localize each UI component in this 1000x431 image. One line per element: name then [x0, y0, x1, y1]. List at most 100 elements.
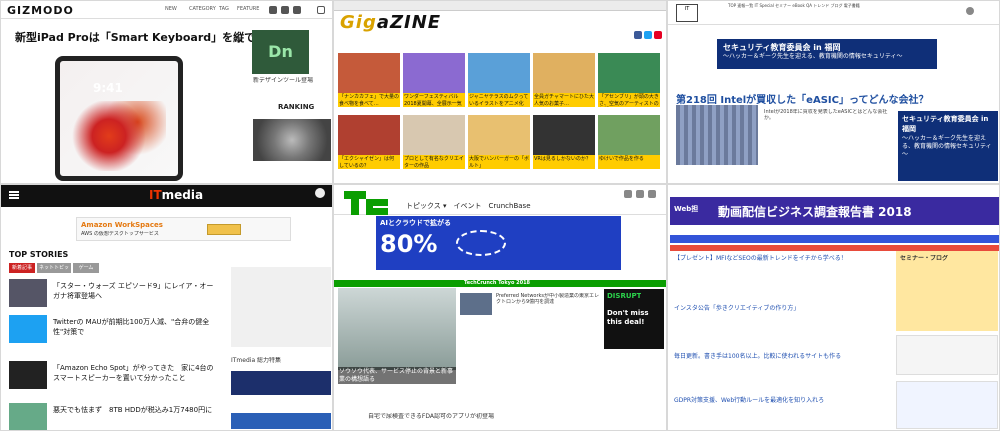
tile-thumbnail[interactable] — [403, 115, 465, 155]
article-headline[interactable]: 新型iPad Proは「Smart Keyboard」を縦で使う？ — [15, 29, 288, 45]
feature-caption[interactable]: ソウソウ代表、サービス停止の背景と新事業の構想語る — [338, 367, 456, 384]
tab-game[interactable]: ゲーム — [73, 263, 99, 273]
story-thumbnail[interactable] — [460, 293, 492, 315]
search-icon[interactable] — [317, 6, 325, 14]
ad-label[interactable]: 新デザインツール登場 — [253, 77, 313, 85]
tile-thumbnail[interactable] — [468, 115, 530, 155]
tile-caption[interactable]: プロとして有名なクリエイターの作品 — [403, 155, 465, 169]
tile-caption[interactable]: 「エクシャイゼン」は何しているの？ — [338, 155, 400, 169]
tile-thumbnail[interactable] — [468, 53, 530, 93]
side-ad[interactable]: セキュリティ教育委員会 in 福岡 ～ハッカー＆ギーク先生を迎える、教育機関の情… — [898, 111, 998, 181]
article-link[interactable]: 毎日更新。書き手は100名以上。比較に使われるサイトも作る — [674, 351, 892, 360]
article-link[interactable]: 【プレゼント】MFIなどSEOの最新トレンドをイチから学べる！ — [674, 253, 892, 262]
akerun-ad[interactable] — [231, 267, 331, 347]
story-row[interactable]: 悪天でも怯まず 8TB HDDが税込み1万7480円に — [9, 403, 219, 430]
impress-topbar: IT TOP 速報一覧 IT Special セミナー eBook QA トレン… — [668, 1, 999, 25]
ad-cta-button[interactable] — [207, 224, 241, 235]
story-title[interactable]: 「Amazon Echo Spot」がやってきた 家に4台のスマートスピーカーを… — [53, 363, 218, 383]
story-row[interactable]: Twitterの MAUが前期比100万人減、"合弁の健全性"対策で — [9, 315, 219, 345]
event-bar[interactable]: TechCrunch Tokyo 2018 — [334, 280, 666, 287]
side-banner[interactable] — [896, 335, 998, 375]
side-ad-title: セキュリティ教育委員会 in 福岡 — [902, 115, 989, 133]
chip-image[interactable] — [676, 105, 758, 165]
tile-caption[interactable]: ゆけいで作品を作る — [598, 155, 660, 169]
story-thumbnail[interactable] — [9, 315, 47, 343]
rss-icon[interactable] — [654, 31, 662, 39]
article-link[interactable]: GDPR対策支援、Web行動ルールを最適化を知り入れろ — [674, 395, 892, 404]
feature-image[interactable] — [338, 288, 456, 370]
disrupt-ad[interactable]: DISRUPT Don't miss this deal! — [604, 289, 664, 349]
itmedia-logo[interactable]: ITmedia — [149, 188, 203, 202]
tile-caption[interactable]: 全員ガチャマートにひた大人気のお菓子… — [533, 93, 595, 107]
logo-part: media — [161, 188, 204, 202]
story-thumbnail[interactable] — [9, 279, 47, 307]
story-row[interactable]: 「Amazon Echo Spot」がやってきた 家に4台のスマートスピーカーを… — [9, 361, 219, 391]
story-thumbnail[interactable] — [9, 403, 47, 430]
side-banner[interactable] — [231, 371, 331, 395]
ad-badge[interactable]: Dn — [252, 30, 309, 74]
tile-caption[interactable]: ワンダーフェスティバル2018夏開幕、全展示一気にまとめ — [403, 93, 465, 107]
disrupt-label: DISRUPT — [607, 292, 642, 300]
logo-part: IT — [149, 188, 162, 202]
twitter-icon[interactable] — [644, 31, 652, 39]
gigazine-logo[interactable]: GigaZINE — [340, 12, 441, 33]
nav-new[interactable]: NEW — [165, 6, 177, 12]
story-thumbnail[interactable] — [9, 361, 47, 389]
social-icon[interactable] — [648, 190, 656, 198]
nav-tag[interactable]: TAG — [219, 6, 229, 12]
tile-caption[interactable]: 「ナンカカフェ」で大量の食べ物を食べて… — [338, 93, 400, 107]
techcrunch-nav[interactable]: トピックス ▾ イベント CrunchBase — [406, 201, 531, 211]
techcrunch-header: トピックス ▾ イベント CrunchBase — [334, 185, 666, 217]
tab-net[interactable]: ネットトピック — [37, 263, 71, 281]
tab-new[interactable]: 新着記事 — [9, 263, 35, 273]
social-icon[interactable] — [624, 190, 632, 198]
tile-caption[interactable]: 「アセンブリ」が頭の大きさ、空気のアーティストのお話 — [598, 93, 660, 107]
seminar-ad-banner[interactable]: セキュリティ教育委員会 in 福岡 ～ハッカー＆ギーク先生を迎える、教育機関の情… — [717, 39, 937, 69]
facebook-icon[interactable] — [634, 31, 642, 39]
techcrunch-logo[interactable] — [344, 191, 392, 217]
article-link[interactable]: インスタ公告「歩きクリエイティブの作り方」 — [674, 303, 892, 312]
ibm-ad-banner[interactable]: AIとクラウドで拡がる 80% — [376, 216, 621, 270]
tile-caption[interactable]: 大阪でハンバーガーの「ボルト」 — [468, 155, 530, 169]
amazon-ad[interactable]: Amazon WorkSpaces AWS の仮想デスクトップサービス — [76, 217, 291, 241]
social-icon[interactable] — [636, 190, 644, 198]
banner-text: AIとクラウドで拡がる — [380, 219, 452, 227]
nav-feature[interactable]: FEATURE — [237, 6, 259, 12]
webtan-nav[interactable] — [670, 235, 999, 243]
side-banner[interactable] — [896, 381, 998, 429]
windows-banner[interactable] — [231, 413, 331, 429]
tile-thumbnail[interactable] — [338, 53, 400, 93]
moon-thumbnail[interactable] — [253, 119, 331, 161]
tile-caption[interactable]: VRは見るしかないのか？ — [533, 155, 595, 169]
tile-caption[interactable]: ジャニヤテラスのムクっているイラストをアニメ化 — [468, 93, 530, 107]
story-title[interactable]: Twitterの MAUが前期比100万人減、"合弁の健全性"対策で — [53, 317, 218, 337]
tile-thumbnail[interactable] — [533, 53, 595, 93]
side-label: ITmedia 総力特集 — [231, 357, 282, 364]
seminar-side-ad[interactable]: セミナー・ブログ — [896, 251, 998, 331]
social-icon[interactable] — [269, 6, 277, 14]
story-title[interactable]: Preferred Networksが中小製造業の東京エレクトロンから9億円を調… — [496, 293, 601, 306]
article-headline[interactable]: 第218回 Intelが買収した「eASIC」ってどんな会社？ — [676, 91, 928, 106]
story-row[interactable]: 「スター・ウォーズ エピソード9」にレイア・オーガナ将軍登場へ — [9, 279, 219, 309]
webtan-banner[interactable]: Web担 動画配信ビジネス調査報告書 2018 — [670, 197, 999, 225]
impress-logo[interactable]: IT — [676, 4, 698, 22]
tile-thumbnail[interactable] — [533, 115, 595, 155]
social-icon[interactable] — [293, 6, 301, 14]
social-icon[interactable] — [281, 6, 289, 14]
tile-thumbnail[interactable] — [338, 115, 400, 155]
story-title[interactable]: 悪天でも怯まず 8TB HDDが税込み1万7480円に — [53, 405, 218, 415]
login-icon[interactable] — [315, 188, 325, 198]
tile-thumbnail[interactable] — [403, 53, 465, 93]
bottom-story-title[interactable]: 自宅で尿検査できるFDA認可のアプリが初登場 — [368, 413, 494, 421]
tile-thumbnail[interactable] — [598, 53, 660, 93]
webtan-panel: Web担 動画配信ビジネス調査報告書 2018 【プレゼント】MFIなどSEOの… — [667, 184, 1000, 431]
tile-thumbnail[interactable] — [598, 115, 660, 155]
ad-sub: AWS の仮想デスクトップサービス — [81, 231, 159, 237]
nav-category[interactable]: CATEGORY — [189, 6, 216, 12]
story-title[interactable]: 「スター・ウォーズ エピソード9」にレイア・オーガナ将軍登場へ — [53, 281, 218, 301]
user-icon[interactable] — [966, 7, 974, 15]
logo-part: aZINE — [376, 12, 442, 33]
gizmodo-logo[interactable]: GIZMODO — [7, 4, 74, 17]
impress-nav[interactable]: TOP 速報一覧 IT Special セミナー eBook QA トレンド ブ… — [728, 3, 958, 9]
hamburger-menu-icon[interactable] — [9, 191, 19, 193]
